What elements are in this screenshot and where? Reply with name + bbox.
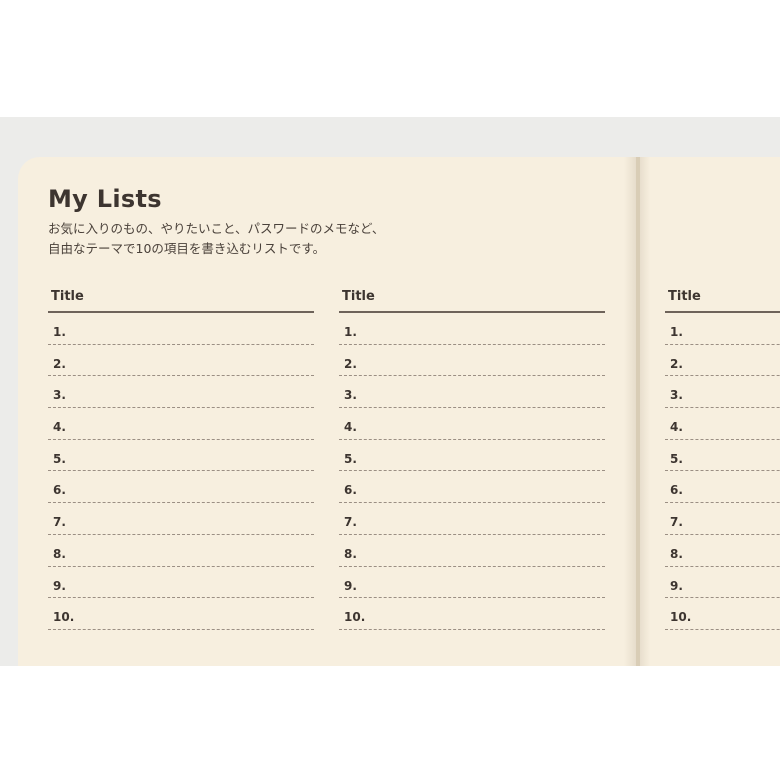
- page-title: My Lists: [48, 185, 162, 213]
- list-item: 6.: [48, 471, 314, 504]
- list-item: 3.: [48, 376, 314, 409]
- list-item: 1.: [339, 313, 605, 345]
- notebook-left-page: My Lists お気に入りのもの、やりたいこと、パスワードのメモなど、 自由な…: [18, 157, 638, 666]
- list-item: 1.: [48, 313, 314, 345]
- list-item: 4.: [339, 408, 605, 440]
- list-block-3: Title 1. 2. 3. 4. 5. 6. 7. 8. 9. 10.: [665, 287, 780, 630]
- list-item: 10.: [665, 598, 780, 630]
- list-item: 1.: [665, 313, 780, 345]
- list-item: 5.: [665, 440, 780, 472]
- list-item: 3.: [339, 376, 605, 409]
- list-item: 5.: [48, 440, 314, 472]
- list-item: 7.: [48, 503, 314, 535]
- list-item: 9.: [339, 567, 605, 599]
- list-block-1: Title 1. 2. 3. 4. 5. 6. 7. 8. 9. 10.: [48, 287, 314, 630]
- list-title-label: Title: [48, 287, 314, 313]
- list-item: 2.: [48, 345, 314, 377]
- list-item: 2.: [339, 345, 605, 377]
- description-line-2: 自由なテーマで10の項目を書き込むリストです。: [48, 241, 326, 256]
- list-item: 9.: [48, 567, 314, 599]
- list-item: 7.: [339, 503, 605, 535]
- list-item: 8.: [665, 535, 780, 567]
- list-item: 8.: [48, 535, 314, 567]
- list-block-2: Title 1. 2. 3. 4. 5. 6. 7. 8. 9. 10.: [339, 287, 605, 630]
- notebook-right-page: Title 1. 2. 3. 4. 5. 6. 7. 8. 9. 10.: [640, 157, 780, 666]
- list-item: 7.: [665, 503, 780, 535]
- list-item: 6.: [339, 471, 605, 504]
- list-item: 4.: [665, 408, 780, 440]
- list-item: 9.: [665, 567, 780, 599]
- list-item: 10.: [48, 598, 314, 630]
- list-item: 8.: [339, 535, 605, 567]
- page-description: お気に入りのもの、やりたいこと、パスワードのメモなど、 自由なテーマで10の項目…: [48, 219, 468, 259]
- photo-backdrop: My Lists お気に入りのもの、やりたいこと、パスワードのメモなど、 自由な…: [0, 117, 780, 666]
- list-item: 10.: [339, 598, 605, 630]
- list-item: 6.: [665, 471, 780, 504]
- list-item: 2.: [665, 345, 780, 377]
- list-item: 5.: [339, 440, 605, 472]
- list-title-label: Title: [665, 287, 780, 313]
- list-item: 3.: [665, 376, 780, 409]
- description-line-1: お気に入りのもの、やりたいこと、パスワードのメモなど、: [48, 221, 385, 236]
- list-title-label: Title: [339, 287, 605, 313]
- list-item: 4.: [48, 408, 314, 440]
